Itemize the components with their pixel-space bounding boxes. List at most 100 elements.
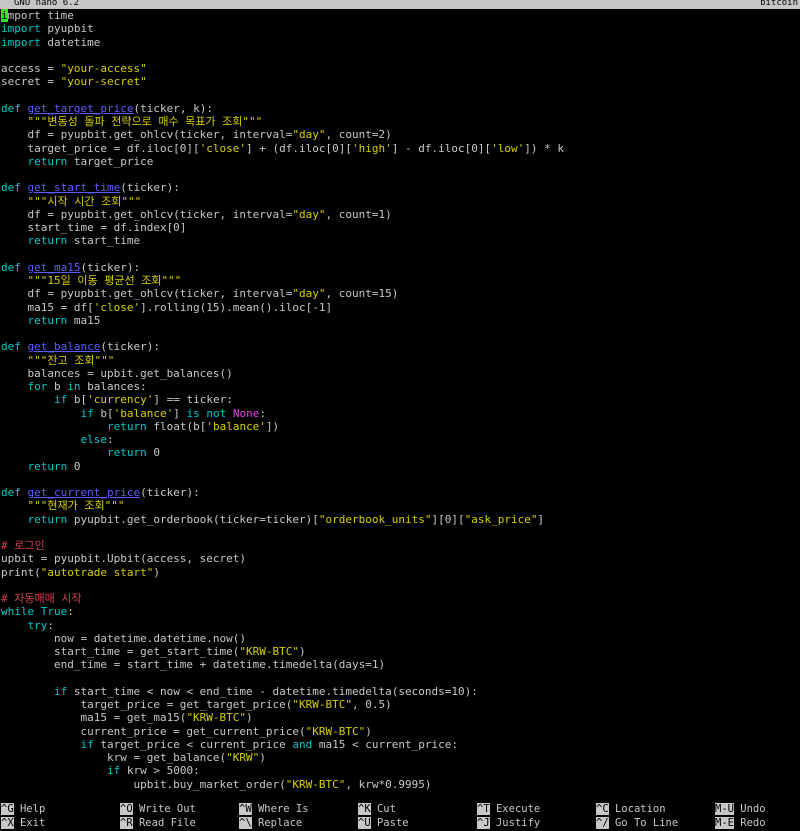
code-line[interactable]: for b in balances: bbox=[0, 380, 800, 393]
code-line[interactable]: else: bbox=[0, 433, 800, 446]
code-line[interactable] bbox=[0, 89, 800, 102]
shortcut-paste[interactable]: ^U Paste bbox=[358, 817, 409, 830]
code-line[interactable]: if krw > 5000: bbox=[0, 764, 800, 777]
code-line[interactable]: current_price = get_current_price("KRW-B… bbox=[0, 725, 800, 738]
code-token: "day" bbox=[292, 128, 326, 142]
code-line[interactable]: if target_price < current_price and ma15… bbox=[0, 738, 800, 751]
code-line[interactable] bbox=[0, 49, 800, 62]
title-bar: GNU nano 6.2 bitcoin bbox=[0, 0, 800, 9]
code-line[interactable]: print("autotrade start") bbox=[0, 566, 800, 579]
code-token: in bbox=[67, 380, 81, 393]
code-line[interactable]: return 0 bbox=[0, 460, 800, 473]
code-token: (ticker): bbox=[80, 260, 141, 274]
code-line[interactable]: end_time = start_time + datetime.timedel… bbox=[0, 658, 800, 671]
code-line[interactable] bbox=[0, 327, 800, 340]
code-line[interactable]: ma15 = get_ma15("KRW-BTC") bbox=[0, 711, 800, 724]
code-line[interactable]: return 0 bbox=[0, 446, 800, 459]
shortcut-write-out[interactable]: ^O Write Out bbox=[120, 803, 196, 816]
shortcut-cut[interactable]: ^K Cut bbox=[358, 803, 396, 816]
code-token: and bbox=[292, 737, 313, 751]
code-line[interactable]: """변동성 돌파 전략으로 매수 목표가 조회""" bbox=[0, 115, 800, 128]
code-token: def bbox=[1, 101, 21, 115]
code-line[interactable]: def get_balance(ticker): bbox=[0, 340, 800, 353]
code-line[interactable]: import pyupbit bbox=[0, 22, 800, 35]
code-token: target_price = get_target_price( bbox=[1, 698, 293, 711]
code-line[interactable]: upbit.buy_market_order("KRW-BTC", krw*0.… bbox=[0, 778, 800, 791]
code-line[interactable]: secret = "your-secret" bbox=[0, 75, 800, 88]
code-line[interactable]: df = pyupbit.get_ohlcv(ticker, interval=… bbox=[0, 128, 800, 141]
shortcut-exit[interactable]: ^X Exit bbox=[1, 817, 45, 830]
code-line[interactable] bbox=[0, 672, 800, 685]
code-line[interactable]: while True: bbox=[0, 605, 800, 618]
code-token: balances: bbox=[80, 380, 147, 393]
code-line[interactable]: import datetime bbox=[0, 36, 800, 49]
code-line[interactable]: """15일 이동 평균선 조회""" bbox=[0, 274, 800, 287]
code-line[interactable]: start_time = get_start_time("KRW-BTC") bbox=[0, 645, 800, 658]
code-line[interactable]: """현재가 조회""" bbox=[0, 499, 800, 512]
code-line[interactable]: if b['currency'] == ticker: bbox=[0, 393, 800, 406]
code-line[interactable]: return float(b['balance']) bbox=[0, 420, 800, 433]
code-line[interactable]: krw = get_balance("KRW") bbox=[0, 751, 800, 764]
code-line[interactable]: target_price = get_target_price("KRW-BTC… bbox=[0, 698, 800, 711]
code-line[interactable]: upbit = pyupbit.Upbit(access, secret) bbox=[0, 552, 800, 565]
code-line[interactable]: now = datetime.datetime.now() bbox=[0, 632, 800, 645]
code-line[interactable]: def get_current_price(ticker): bbox=[0, 486, 800, 499]
code-line[interactable]: def get_ma15(ticker): bbox=[0, 261, 800, 274]
shortcut-execute[interactable]: ^T Execute bbox=[477, 803, 540, 816]
code-token: """변동성 돌파 전략으로 매수 목표가 조회""" bbox=[27, 115, 263, 128]
code-line[interactable]: balances = upbit.get_balances() bbox=[0, 367, 800, 380]
code-token: now = datetime.datetime.now() bbox=[1, 631, 247, 645]
code-line[interactable]: return ma15 bbox=[0, 314, 800, 327]
code-line[interactable]: ma15 = df['close'].rolling(15).mean().il… bbox=[0, 301, 800, 314]
code-token: if bbox=[80, 737, 94, 751]
code-line[interactable] bbox=[0, 473, 800, 486]
code-line[interactable]: start_time = df.index[0] bbox=[0, 221, 800, 234]
code-token: get_current_price bbox=[27, 486, 141, 499]
code-line[interactable]: df = pyupbit.get_ohlcv(ticker, interval=… bbox=[0, 287, 800, 300]
code-token: get_start_time bbox=[27, 181, 121, 195]
shortcut-justify[interactable]: ^J Justify bbox=[477, 817, 540, 830]
shortcut-redo[interactable]: M-E Redo bbox=[715, 817, 766, 830]
code-line[interactable]: """시작 시간 조회""" bbox=[0, 195, 800, 208]
code-line[interactable] bbox=[0, 248, 800, 261]
code-token: "orderbook_units" bbox=[318, 512, 432, 526]
code-line[interactable]: access = "your-access" bbox=[0, 62, 800, 75]
code-line[interactable]: return pyupbit.get_orderbook(ticker=tick… bbox=[0, 513, 800, 526]
code-line[interactable] bbox=[0, 526, 800, 539]
code-line[interactable]: df = pyupbit.get_ohlcv(ticker, interval=… bbox=[0, 208, 800, 221]
code-token: ] bbox=[537, 512, 545, 526]
editor-text-area[interactable]: import time import pyupbit import datetime… bbox=[0, 9, 800, 794]
code-line[interactable]: # 자동매매 시작 bbox=[0, 592, 800, 605]
shortcut-replace[interactable]: ^\ Replace bbox=[239, 817, 302, 830]
code-line[interactable]: target_price = df.iloc[0]['close'] + (df… bbox=[0, 142, 800, 155]
code-token: 'low' bbox=[491, 141, 525, 155]
shortcut-read-file[interactable]: ^R Read File bbox=[120, 817, 196, 830]
shortcut-go-to-line[interactable]: ^/ Go To Line bbox=[596, 817, 678, 830]
shortcut-where-is[interactable]: ^W Where Is bbox=[239, 803, 309, 816]
code-line[interactable]: try: bbox=[0, 619, 800, 632]
shortcut-help[interactable]: ^G Help bbox=[1, 803, 45, 816]
code-line[interactable]: """잔고 조회""" bbox=[0, 354, 800, 367]
shortcut-undo[interactable]: M-U Undo bbox=[715, 803, 766, 816]
code-line[interactable]: if b['balance'] is not None: bbox=[0, 407, 800, 420]
code-line[interactable]: return start_time bbox=[0, 234, 800, 247]
code-line[interactable]: import time bbox=[0, 9, 800, 22]
shortcut-location[interactable]: ^C Location bbox=[596, 803, 666, 816]
code-line[interactable]: def get_target_price(ticker, k): bbox=[0, 102, 800, 115]
shortcut-key: ^U bbox=[358, 817, 371, 829]
code-line[interactable]: return target_price bbox=[0, 155, 800, 168]
code-line[interactable] bbox=[0, 168, 800, 181]
code-line[interactable] bbox=[0, 579, 800, 592]
code-token: : bbox=[47, 618, 54, 632]
text-cursor: i bbox=[1, 9, 8, 22]
code-line[interactable]: def get_start_time(ticker): bbox=[0, 181, 800, 194]
code-token: df = pyupbit.get_ohlcv(ticker, interval= bbox=[1, 128, 293, 142]
code-token: float(b[ bbox=[146, 419, 207, 433]
code-line[interactable]: if start_time < now < end_time - datetim… bbox=[0, 685, 800, 698]
code-token: balances = upbit.get_balances() bbox=[1, 366, 233, 380]
shortcut-key: ^/ bbox=[596, 817, 609, 829]
code-line[interactable]: # 로그인 bbox=[0, 539, 800, 552]
